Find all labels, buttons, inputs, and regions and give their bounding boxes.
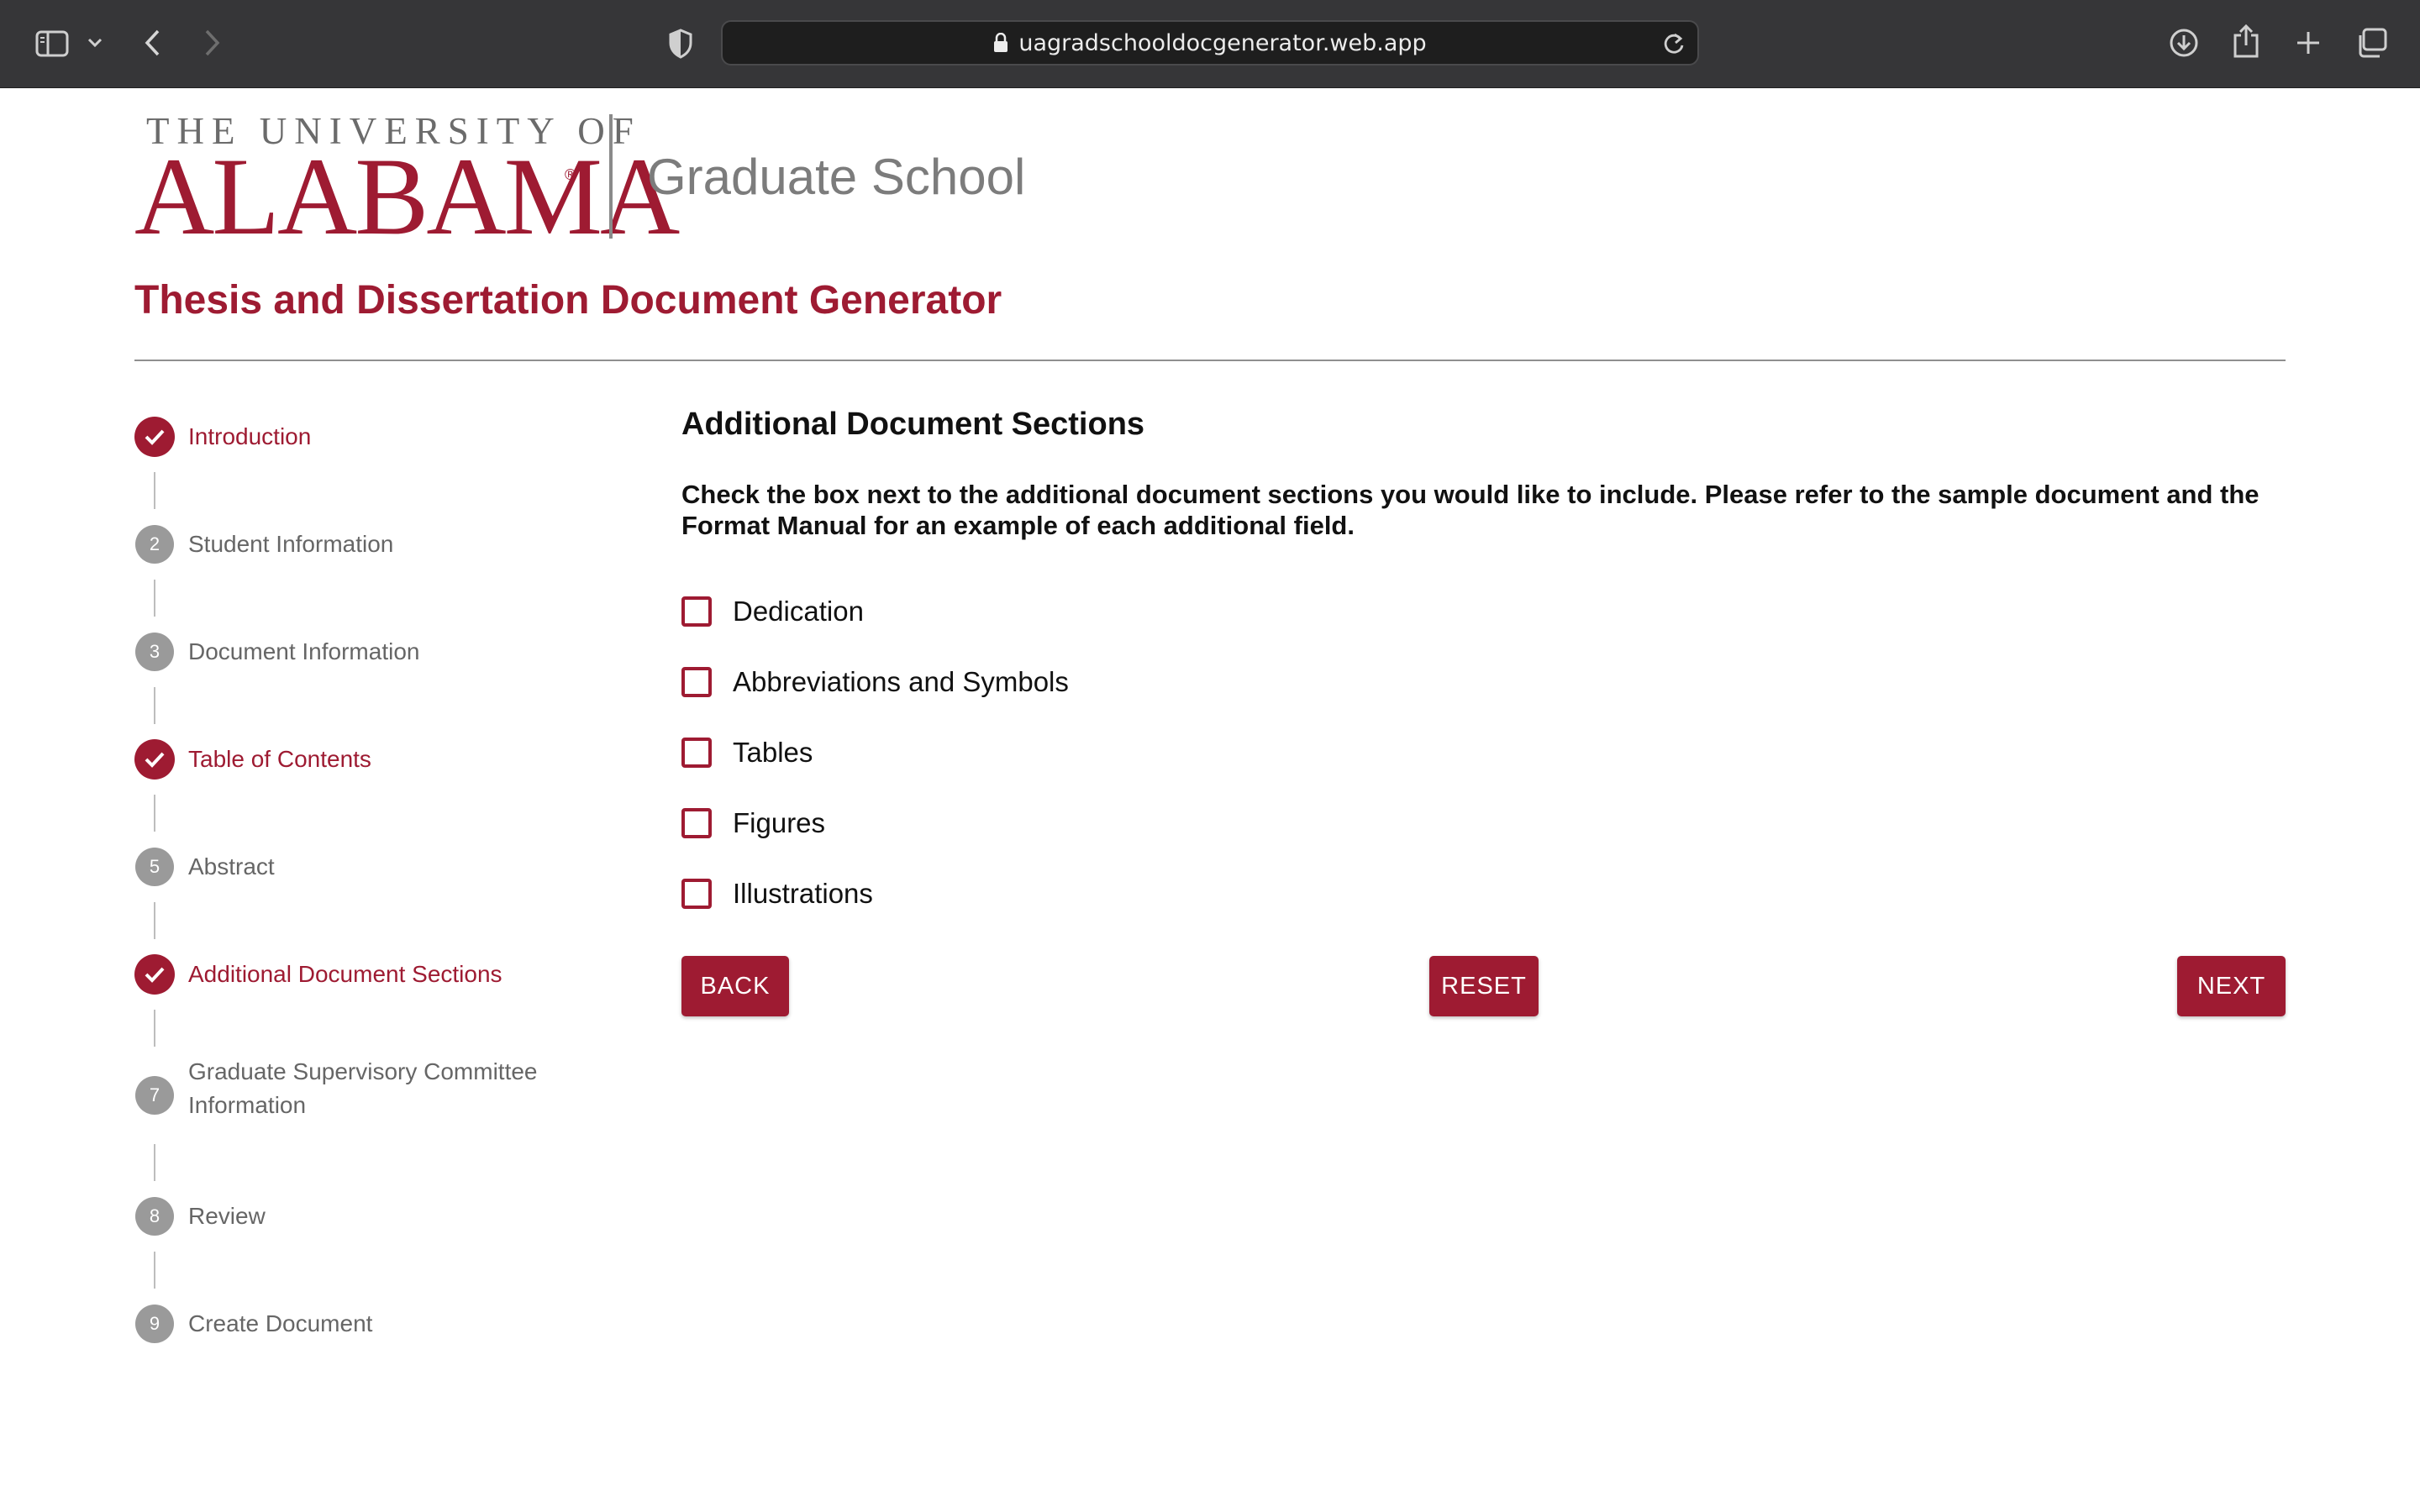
chevron-down-icon[interactable] [84, 32, 106, 54]
step-label: Introduction [188, 423, 312, 449]
figures-checkbox[interactable] [681, 808, 712, 838]
step-connector [154, 902, 155, 939]
url-text: uagradschooldocgenerator.web.app [1018, 29, 1427, 56]
step-connector [154, 1144, 155, 1181]
step-number-badge: 5 [135, 848, 174, 886]
step-number-badge: 7 [135, 1076, 174, 1115]
option-abbreviations[interactable]: Abbreviations and Symbols [681, 666, 1069, 698]
sidebar-toggle-icon[interactable] [32, 27, 72, 60]
dedication-checkbox[interactable] [681, 596, 712, 627]
option-figures[interactable]: Figures [681, 807, 825, 839]
step-number-badge: 8 [135, 1197, 174, 1236]
step-label: Create Document [188, 1310, 373, 1336]
section-title: Additional Document Sections [681, 407, 1145, 442]
tab-overview-icon[interactable] [2353, 25, 2390, 60]
logo-divider [609, 114, 613, 239]
downloads-icon[interactable] [2166, 25, 2202, 60]
step-connector [154, 1252, 155, 1289]
step-label: Table of Contents [188, 746, 371, 772]
option-dedication[interactable]: Dedication [681, 596, 864, 627]
step-number-badge: 9 [135, 1305, 174, 1343]
option-label: Dedication [733, 596, 864, 627]
back-arrow-icon[interactable] [138, 25, 166, 60]
browser-toolbar: uagradschooldocgenerator.web.app [0, 0, 2420, 88]
privacy-shield-icon[interactable] [664, 25, 697, 62]
new-tab-plus-icon[interactable] [2291, 25, 2326, 60]
step-connector [154, 795, 155, 832]
next-button[interactable]: NEXT [2177, 956, 2286, 1016]
step-label: Graduate Supervisory Committee [188, 1058, 538, 1084]
checkmark-icon [134, 739, 175, 780]
logo-alabama: ALABAMA [134, 134, 680, 258]
option-illustrations[interactable]: Illustrations [681, 878, 873, 910]
reset-button[interactable]: RESET [1429, 956, 1539, 1016]
instructions-text: Check the box next to the additional doc… [681, 480, 2260, 540]
step-connector [154, 580, 155, 617]
reload-icon[interactable] [1662, 31, 1686, 60]
forward-arrow-icon[interactable] [198, 25, 227, 60]
logo-graduate-school: Graduate School [647, 149, 1026, 205]
step-label: Additional Document Sections [188, 961, 502, 987]
step-number-badge: 3 [135, 633, 174, 671]
address-bar[interactable]: uagradschooldocgenerator.web.app [721, 20, 1699, 66]
page-title: Thesis and Dissertation Document Generat… [134, 278, 1002, 323]
back-button[interactable]: BACK [681, 956, 789, 1016]
abbreviations-checkbox[interactable] [681, 667, 712, 697]
step-label: Student Information [188, 531, 394, 557]
step-connector [154, 472, 155, 509]
option-label: Abbreviations and Symbols [733, 666, 1069, 697]
header-divider [134, 360, 2286, 361]
step-number-badge: 2 [135, 525, 174, 564]
illustrations-checkbox[interactable] [681, 879, 712, 909]
step-label: Document Information [188, 638, 420, 664]
tables-checkbox[interactable] [681, 738, 712, 768]
checkmark-icon [134, 417, 175, 457]
step-label: Review [188, 1203, 266, 1229]
logo-registered-mark: ® [565, 166, 576, 183]
option-tables[interactable]: Tables [681, 737, 813, 769]
checkmark-icon [134, 954, 175, 995]
step-label: Information [188, 1092, 307, 1118]
step-connector [154, 687, 155, 724]
lock-icon [993, 33, 1008, 53]
option-label: Tables [733, 737, 813, 768]
option-label: Illustrations [733, 878, 873, 909]
step-label: Abstract [188, 853, 275, 879]
share-icon[interactable] [2228, 22, 2264, 60]
option-label: Figures [733, 807, 826, 838]
step-connector [154, 1010, 155, 1047]
